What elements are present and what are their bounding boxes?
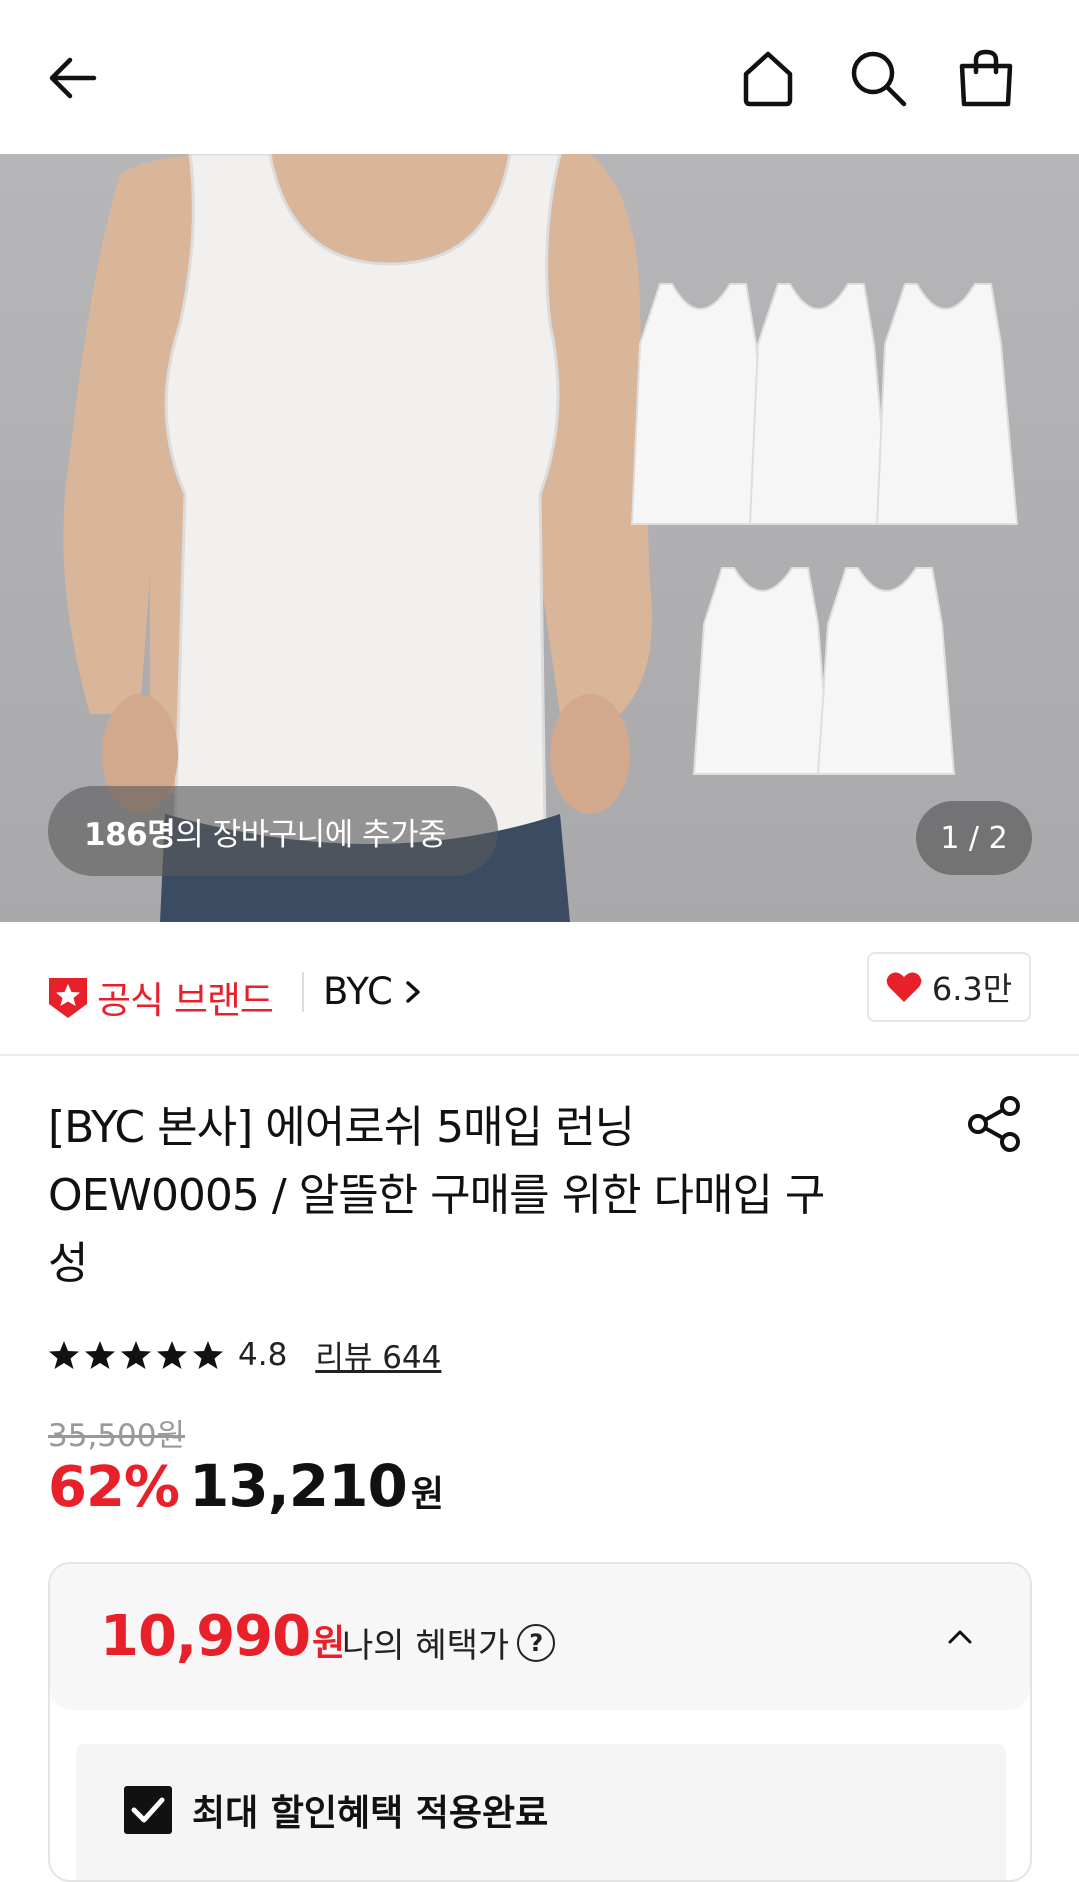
search-icon (851, 51, 907, 107)
applied-label: 최대 할인혜택 적용완료 (192, 1793, 549, 1834)
cart-count-text: 의 장바구니에 추가중 (175, 816, 447, 853)
price-row: 62% 13,210 원 (48, 1452, 444, 1520)
official-brand-badge: 공식 브랜드 (47, 970, 274, 1024)
cart-count: 186명 (84, 816, 176, 853)
benefit-label: 나의 혜택가 ? (342, 1618, 556, 1667)
brand-row: 공식 브랜드 BYC 6.3만 (0, 922, 1079, 1056)
star-icon (49, 1340, 79, 1369)
search-button[interactable] (840, 40, 916, 116)
like-count: 6.3만 (931, 970, 1013, 1008)
rating-value: 4.8 (238, 1336, 288, 1373)
benefit-price-unit: 원 (312, 1623, 346, 1664)
back-button[interactable] (34, 40, 110, 116)
star-rating (48, 1340, 224, 1370)
product-title-line: [BYC 본사] 에어로쉬 5매입 런닝 (48, 1102, 635, 1153)
heart-icon (886, 972, 922, 1002)
official-shield-icon (49, 978, 87, 1018)
brand-name: BYC (323, 970, 393, 1013)
max-discount-applied[interactable]: 최대 할인혜택 적용완료 (124, 1784, 548, 1836)
rating-row: 4.8 리뷰 644 (48, 1332, 441, 1377)
star-icon (121, 1340, 151, 1369)
applied-benefit-box: 최대 할인혜택 적용완료 (76, 1744, 1006, 1880)
collapse-button[interactable] (935, 1612, 985, 1662)
star-icon (193, 1340, 223, 1369)
product-title-line: OEW0005 / 알뜰한 구매를 위한 다매입 구 (48, 1170, 825, 1221)
benefit-panel: 10,990 원 나의 혜택가 ? 최대 할인혜택 적용완료 (48, 1562, 1032, 1882)
benefit-price-value: 10,990 (100, 1604, 311, 1669)
benefit-header[interactable]: 10,990 원 나의 혜택가 ? (50, 1564, 1030, 1710)
applied-checkbox[interactable] (124, 1786, 172, 1834)
shopping-bag-icon (959, 49, 1013, 107)
help-icon[interactable]: ? (517, 1623, 556, 1662)
chevron-up-icon (948, 1630, 972, 1644)
like-button[interactable]: 6.3만 (867, 952, 1031, 1022)
original-price: 35,500원 (48, 1418, 185, 1454)
benefit-label-text: 나의 혜택가 (342, 1626, 510, 1666)
star-icon (85, 1340, 115, 1369)
image-counter: 1 / 2 (916, 801, 1032, 875)
cart-button[interactable] (948, 40, 1024, 116)
review-link[interactable]: 리뷰 644 (315, 1332, 441, 1377)
share-button[interactable] (964, 1094, 1024, 1154)
top-app-bar (0, 0, 1079, 154)
home-button[interactable] (730, 40, 806, 116)
arrow-left-icon (49, 57, 97, 99)
discount-rate: 62% (48, 1455, 180, 1520)
cart-activity-badge: 186명 의 장바구니에 추가중 (48, 786, 498, 876)
star-icon (157, 1340, 187, 1369)
home-icon (743, 51, 793, 107)
benefit-price: 10,990 원 (100, 1604, 345, 1669)
product-title-line: 성 (48, 1238, 88, 1289)
chevron-right-icon (406, 980, 420, 1003)
checkmark-icon (131, 1797, 165, 1823)
price-unit: 원 (410, 1474, 444, 1515)
official-brand-label: 공식 브랜드 (97, 979, 274, 1022)
product-title: [BYC 본사] 에어로쉬 5매입 런닝 OEW0005 / 알뜰한 구매를 위… (48, 1094, 928, 1298)
sale-price: 13,210 (189, 1452, 408, 1520)
brand-divider (302, 972, 304, 1012)
product-image-carousel[interactable]: 186명 의 장바구니에 추가중 1 / 2 (0, 154, 1079, 922)
brand-link[interactable]: BYC (323, 970, 427, 1013)
share-icon (968, 1096, 1020, 1152)
